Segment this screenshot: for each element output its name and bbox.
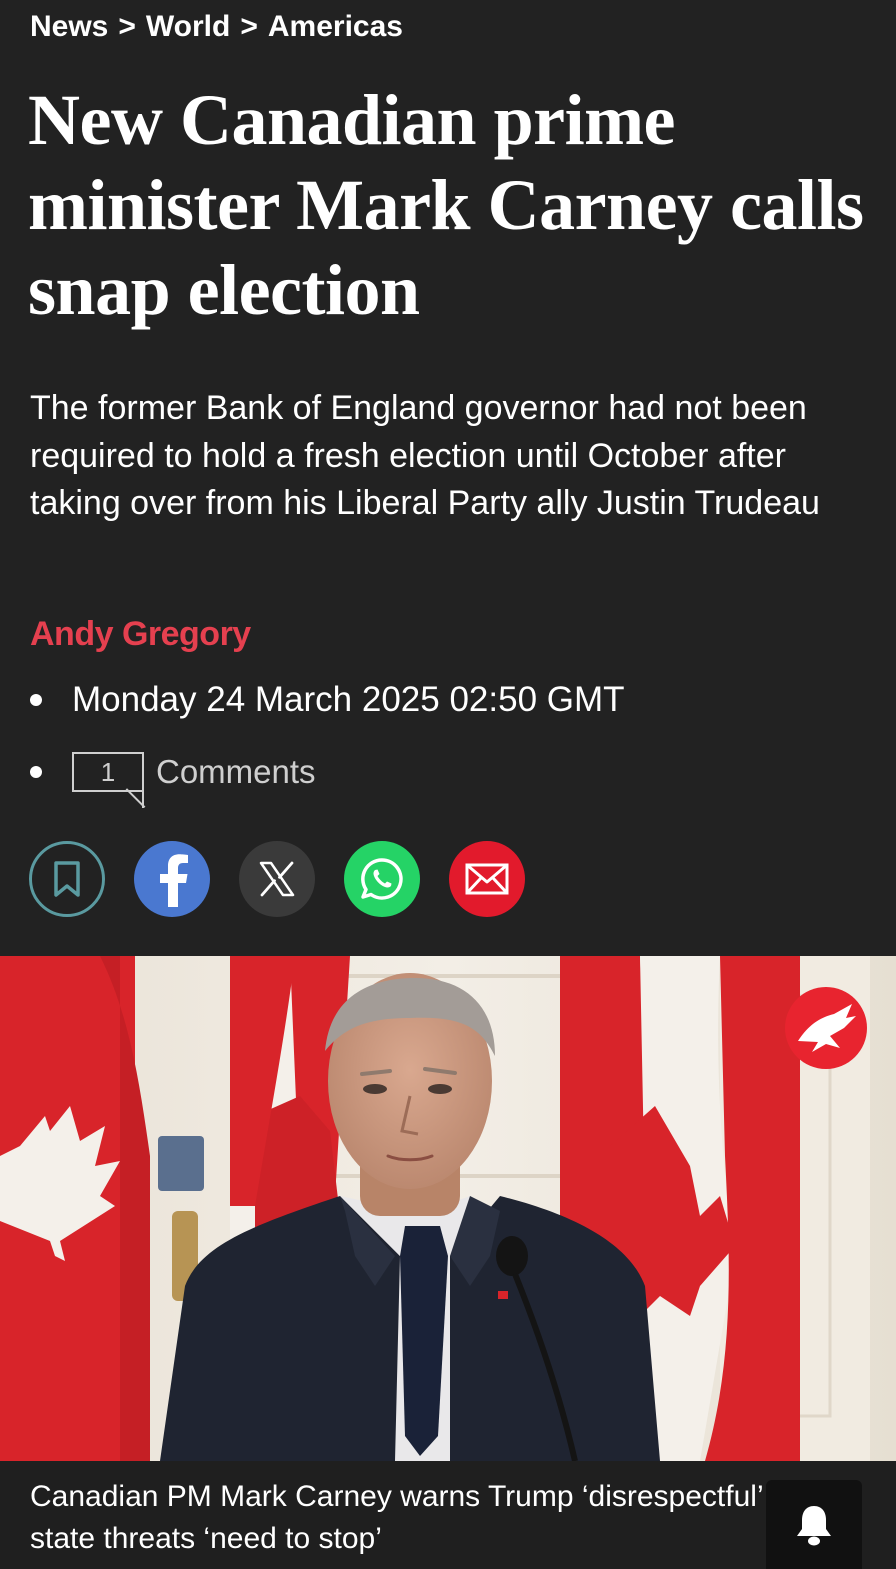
bookmark-button[interactable] — [29, 841, 105, 917]
article-headline: New Canadian prime minister Mark Carney … — [28, 80, 864, 330]
breadcrumb-separator: > — [118, 10, 136, 43]
breadcrumb-separator: > — [240, 10, 258, 43]
x-share-button[interactable] — [239, 841, 315, 917]
facebook-icon — [160, 854, 188, 907]
email-icon — [465, 863, 509, 895]
video-player[interactable] — [0, 956, 896, 1461]
breadcrumb-world[interactable]: World — [146, 10, 230, 44]
eagle-logo-icon — [785, 987, 867, 1069]
breadcrumb: News > World > Americas — [30, 10, 403, 44]
publish-date: Monday 24 March 2025 02:50 GMT — [72, 680, 625, 719]
notifications-button[interactable] — [766, 1480, 862, 1569]
bookmark-icon — [54, 861, 80, 897]
article-standfirst: The former Bank of England governor had … — [30, 389, 820, 522]
comments-link[interactable]: 1 Comments — [30, 752, 316, 808]
comments-label: Comments — [156, 753, 316, 790]
bullet-icon — [30, 766, 42, 778]
share-bar — [29, 841, 525, 917]
hero-image — [0, 956, 896, 1461]
breadcrumb-news[interactable]: News — [30, 10, 108, 44]
bell-icon — [797, 1505, 831, 1545]
whatsapp-icon — [361, 858, 403, 900]
video-caption: Canadian PM Mark Carney warns Trump ‘dis… — [30, 1480, 828, 1555]
comment-bubble-icon: 1 — [72, 752, 144, 808]
date-row: Monday 24 March 2025 02:50 GMT — [30, 680, 625, 720]
breadcrumb-americas[interactable]: Americas — [268, 10, 403, 44]
canada-flag-left — [0, 956, 150, 1461]
facebook-share-button[interactable] — [134, 841, 210, 917]
email-share-button[interactable] — [449, 841, 525, 917]
whatsapp-share-button[interactable] — [344, 841, 420, 917]
author-link[interactable]: Andy Gregory — [30, 615, 251, 654]
bullet-icon — [30, 694, 42, 706]
x-icon — [259, 861, 295, 897]
comments-count: 1 — [100, 756, 116, 787]
